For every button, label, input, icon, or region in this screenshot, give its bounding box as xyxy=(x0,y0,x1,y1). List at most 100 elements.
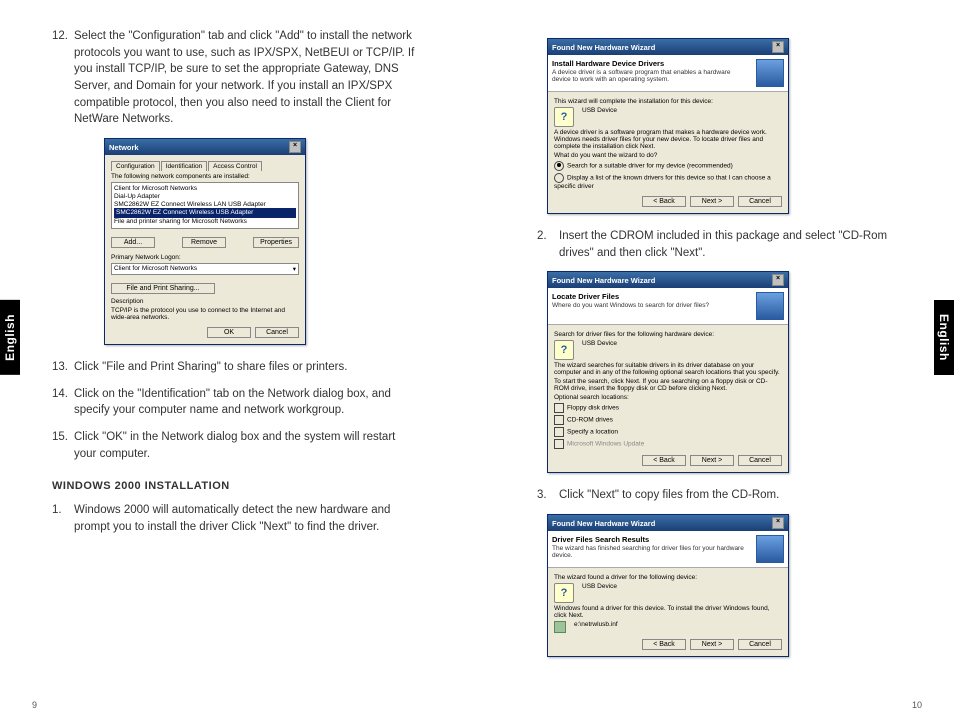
step-13: 13. Click "File and Print Sharing" to sh… xyxy=(52,359,417,376)
wizard-line: The wizard found a driver for the follow… xyxy=(554,574,782,581)
question-icon: ? xyxy=(554,583,574,603)
network-dialog: Network × Configuration Identification A… xyxy=(104,138,306,345)
list-label: The following network components are ins… xyxy=(111,173,299,180)
dialog-title: Found New Hardware Wizard xyxy=(552,276,655,285)
device-row: ? USB Device xyxy=(554,340,782,360)
wizard-subheading: Where do you want Windows to search for … xyxy=(552,302,750,309)
wizard-icon xyxy=(756,59,784,87)
wizard-dialog-install-drivers: Found New Hardware Wizard × Install Hard… xyxy=(547,38,789,214)
back-button[interactable]: < Back xyxy=(642,455,686,466)
page-right: English Found New Hardware Wizard × Inst… xyxy=(477,0,954,716)
wizard-line: A device driver is a software program th… xyxy=(554,129,782,150)
checkbox-icon xyxy=(554,415,564,425)
wizard-subheading: The wizard has finished searching for dr… xyxy=(552,545,750,559)
list-item-selected[interactable]: SMC2862W EZ Connect Wireless USB Adapter xyxy=(114,208,296,218)
step-12: 12. Select the "Configuration" tab and c… xyxy=(52,28,417,128)
list-item[interactable]: File and printer sharing for Microsoft N… xyxy=(114,218,296,226)
dialog-titlebar: Found New Hardware Wizard × xyxy=(548,39,788,55)
device-name: USB Device xyxy=(582,107,617,114)
step-number: 2. xyxy=(537,228,559,261)
wizard-dialog-locate-files: Found New Hardware Wizard × Locate Drive… xyxy=(547,271,789,473)
inf-file-icon xyxy=(554,621,566,633)
question-icon: ? xyxy=(554,340,574,360)
back-button[interactable]: < Back xyxy=(642,196,686,207)
win2000-step-1: 1. Windows 2000 will automatically detec… xyxy=(52,502,417,535)
cancel-button[interactable]: Cancel xyxy=(255,327,299,338)
radio-option-list[interactable]: Display a list of the known drivers for … xyxy=(554,173,782,190)
check-cdrom[interactable]: CD-ROM drives xyxy=(554,415,782,425)
cancel-button[interactable]: Cancel xyxy=(738,455,782,466)
radio-icon xyxy=(554,161,564,171)
section-heading: WINDOWS 2000 INSTALLATION xyxy=(52,480,417,492)
close-icon[interactable]: × xyxy=(772,517,784,529)
locations-label: Optional search locations: xyxy=(554,394,782,401)
check-specify[interactable]: Specify a location xyxy=(554,427,782,437)
next-button[interactable]: Next > xyxy=(690,196,734,207)
close-icon[interactable]: × xyxy=(772,274,784,286)
back-button[interactable]: < Back xyxy=(642,639,686,650)
checkbox-icon xyxy=(554,403,564,413)
radio-icon xyxy=(554,173,564,183)
device-row: ? USB Device xyxy=(554,107,782,127)
wizard-dialog-search-results: Found New Hardware Wizard × Driver Files… xyxy=(547,514,789,657)
device-name: USB Device xyxy=(582,340,617,347)
wizard-line: This wizard will complete the installati… xyxy=(554,98,782,105)
check-floppy[interactable]: Floppy disk drives xyxy=(554,403,782,413)
step-14: 14. Click on the "Identification" tab on… xyxy=(52,386,417,419)
file-print-sharing-button[interactable]: File and Print Sharing... xyxy=(111,283,215,294)
wizard-heading: Install Hardware Device Drivers xyxy=(552,59,750,68)
list-item[interactable]: Client for Microsoft Networks xyxy=(114,185,296,193)
win2000-step-2: 2. Insert the CDROM included in this pac… xyxy=(537,228,902,261)
logon-dropdown[interactable]: Client for Microsoft Networks ▾ xyxy=(111,263,299,275)
add-button[interactable]: Add... xyxy=(111,237,155,248)
close-icon[interactable]: × xyxy=(772,41,784,53)
driver-path-row: e:\netrwlusb.inf xyxy=(554,621,782,633)
checkbox-icon xyxy=(554,439,564,449)
next-button[interactable]: Next > xyxy=(690,455,734,466)
wizard-question: What do you want the wizard to do? xyxy=(554,152,782,159)
components-listbox[interactable]: Client for Microsoft Networks Dial-Up Ad… xyxy=(111,182,299,229)
chevron-down-icon: ▾ xyxy=(293,265,296,273)
cancel-button[interactable]: Cancel xyxy=(738,639,782,650)
logon-label: Primary Network Logon: xyxy=(111,254,299,261)
dialog-title: Network xyxy=(109,143,139,152)
properties-button[interactable]: Properties xyxy=(253,237,299,248)
page-left: English 12. Select the "Configuration" t… xyxy=(0,0,477,716)
ok-button[interactable]: OK xyxy=(207,327,251,338)
step-text: Click "Next" to copy files from the CD-R… xyxy=(559,487,902,504)
step-number: 1. xyxy=(52,502,74,535)
wizard-heading: Locate Driver Files xyxy=(552,292,750,301)
wizard-line: Search for driver files for the followin… xyxy=(554,331,782,338)
question-icon: ? xyxy=(554,107,574,127)
step-text: Insert the CDROM included in this packag… xyxy=(559,228,902,261)
language-tab-right: English xyxy=(934,300,954,375)
step-number: 3. xyxy=(537,487,559,504)
tab-access-control[interactable]: Access Control xyxy=(208,161,262,171)
description-text: TCP/IP is the protocol you use to connec… xyxy=(111,307,299,321)
win2000-step-3: 3. Click "Next" to copy files from the C… xyxy=(537,487,902,504)
step-text: Select the "Configuration" tab and click… xyxy=(74,28,417,128)
radio-option-search[interactable]: Search for a suitable driver for my devi… xyxy=(554,161,782,171)
step-number: 15. xyxy=(52,429,74,462)
list-item[interactable]: SMC2862W EZ Connect Wireless LAN USB Ada… xyxy=(114,201,296,209)
wizard-subheading: A device driver is a software program th… xyxy=(552,69,750,83)
next-button[interactable]: Next > xyxy=(690,639,734,650)
wizard-heading: Driver Files Search Results xyxy=(552,535,750,544)
dialog-title: Found New Hardware Wizard xyxy=(552,519,655,528)
dialog-titlebar: Network × xyxy=(105,139,305,155)
remove-button[interactable]: Remove xyxy=(182,237,226,248)
page-number-right: 10 xyxy=(912,700,922,710)
check-windows-update: Microsoft Windows Update xyxy=(554,439,782,449)
tab-identification[interactable]: Identification xyxy=(161,161,208,171)
step-text: Click "OK" in the Network dialog box and… xyxy=(74,429,417,462)
wizard-line: To start the search, click Next. If you … xyxy=(554,378,782,392)
tab-strip: Configuration Identification Access Cont… xyxy=(111,161,299,171)
cancel-button[interactable]: Cancel xyxy=(738,196,782,207)
close-icon[interactable]: × xyxy=(289,141,301,153)
device-name: USB Device xyxy=(582,583,617,590)
wizard-line: The wizard searches for suitable drivers… xyxy=(554,362,782,376)
tab-configuration[interactable]: Configuration xyxy=(111,161,160,171)
list-item[interactable]: Dial-Up Adapter xyxy=(114,193,296,201)
wizard-icon xyxy=(756,292,784,320)
driver-path: e:\netrwlusb.inf xyxy=(574,621,618,628)
